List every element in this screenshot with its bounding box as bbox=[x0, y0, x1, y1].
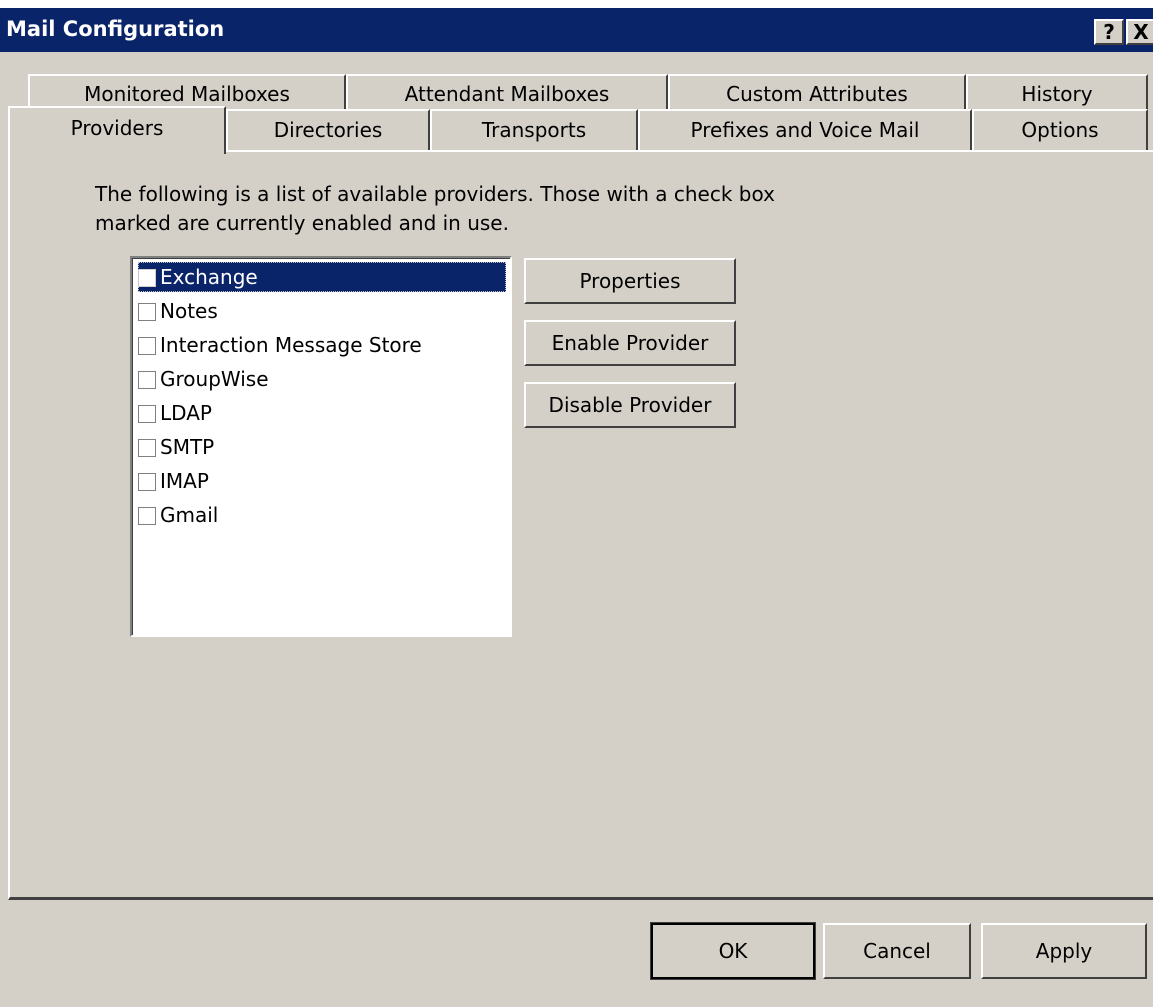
providers-description: The following is a list of available pro… bbox=[95, 182, 775, 235]
tab-providers[interactable]: Providers bbox=[8, 106, 226, 154]
apply-button[interactable]: Apply bbox=[981, 923, 1147, 979]
title-bar[interactable]: Mail Configuration ? X bbox=[0, 8, 1153, 52]
enable-provider-button[interactable]: Enable Provider bbox=[524, 320, 736, 366]
provider-item[interactable]: Notes bbox=[138, 296, 508, 326]
provider-checkbox[interactable] bbox=[138, 405, 156, 423]
ok-button[interactable]: OK bbox=[650, 922, 816, 980]
provider-label: GroupWise bbox=[160, 367, 269, 391]
provider-label: SMTP bbox=[160, 435, 215, 459]
provider-checkbox[interactable] bbox=[138, 507, 156, 525]
tab-history[interactable]: History bbox=[966, 74, 1148, 112]
help-button[interactable]: ? bbox=[1094, 19, 1124, 45]
provider-item[interactable]: Interaction Message Store bbox=[138, 330, 508, 360]
providers-list[interactable]: Exchange Notes Interaction Message Store Gr… bbox=[130, 256, 512, 637]
disable-provider-button[interactable]: Disable Provider bbox=[524, 382, 736, 428]
provider-label: Notes bbox=[160, 299, 218, 323]
tab-prefixes-and-voice-mail[interactable]: Prefixes and Voice Mail bbox=[638, 109, 972, 151]
provider-checkbox[interactable] bbox=[138, 303, 156, 321]
provider-label: Interaction Message Store bbox=[160, 333, 422, 357]
tab-attendant-mailboxes[interactable]: Attendant Mailboxes bbox=[346, 74, 668, 112]
provider-label: LDAP bbox=[160, 401, 212, 425]
provider-item[interactable]: GroupWise bbox=[138, 364, 508, 394]
provider-checkbox[interactable] bbox=[138, 371, 156, 389]
providers-list-inner: Exchange Notes Interaction Message Store Gr… bbox=[132, 258, 510, 635]
provider-checkbox[interactable] bbox=[138, 337, 156, 355]
provider-item[interactable]: Gmail bbox=[138, 500, 508, 530]
tab-transports[interactable]: Transports bbox=[430, 109, 638, 151]
properties-button[interactable]: Properties bbox=[524, 258, 736, 304]
provider-label: Gmail bbox=[160, 503, 219, 527]
provider-item[interactable]: SMTP bbox=[138, 432, 508, 462]
provider-label: IMAP bbox=[160, 469, 209, 493]
provider-item[interactable]: Exchange bbox=[138, 262, 506, 292]
window-title: Mail Configuration bbox=[6, 17, 225, 41]
tab-options[interactable]: Options bbox=[972, 109, 1148, 151]
provider-checkbox[interactable] bbox=[138, 439, 156, 457]
tab-directories[interactable]: Directories bbox=[226, 109, 430, 151]
close-button[interactable]: X bbox=[1126, 19, 1153, 45]
tab-custom-attributes[interactable]: Custom Attributes bbox=[668, 74, 966, 112]
provider-item[interactable]: IMAP bbox=[138, 466, 508, 496]
provider-item[interactable]: LDAP bbox=[138, 398, 508, 428]
provider-label: Exchange bbox=[160, 265, 258, 289]
window-top-edge bbox=[0, 0, 1153, 8]
provider-checkbox[interactable] bbox=[138, 473, 156, 491]
provider-checkbox[interactable] bbox=[138, 269, 156, 287]
cancel-button[interactable]: Cancel bbox=[823, 923, 971, 979]
